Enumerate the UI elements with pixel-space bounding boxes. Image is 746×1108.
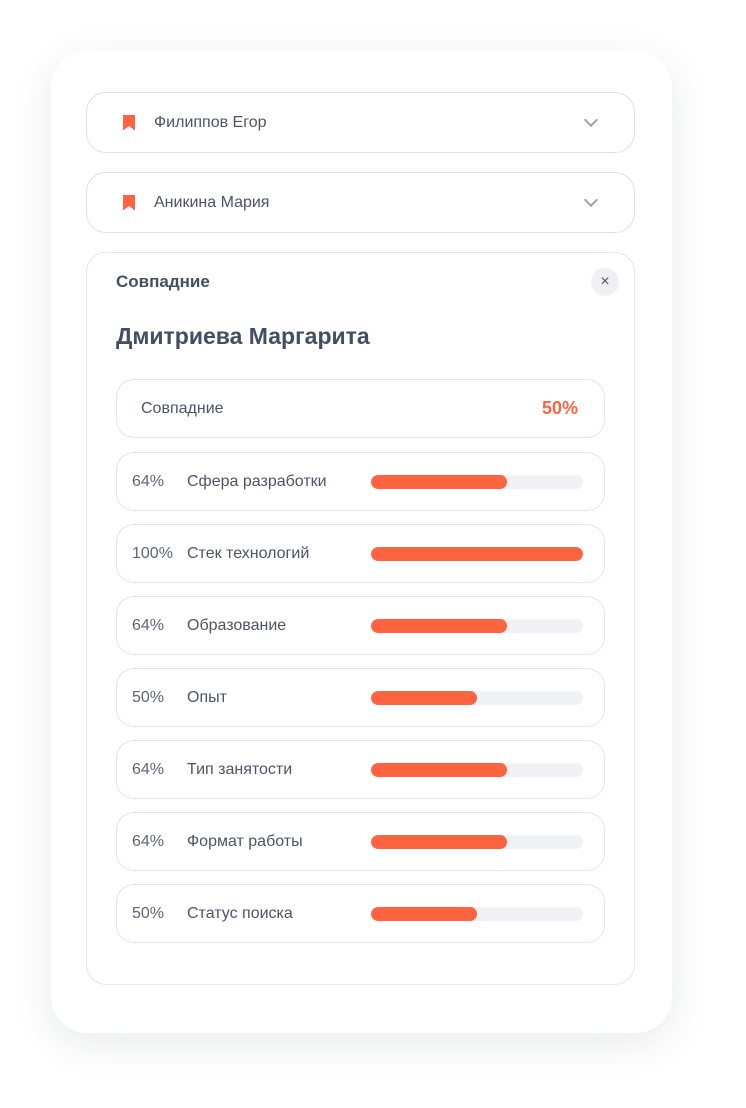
- criterion-label: Формат работы: [187, 832, 303, 850]
- candidate-accordion[interactable]: Аникина Мария: [86, 172, 635, 233]
- criterion-label: Статус поиска: [187, 904, 293, 922]
- progress-track: [371, 906, 583, 921]
- bookmark-icon[interactable]: [123, 194, 135, 211]
- progress-fill: [371, 834, 507, 849]
- progress-fill: [371, 690, 477, 705]
- progress-track: [371, 618, 583, 633]
- candidate-accordion[interactable]: Филиппов Егор: [86, 92, 635, 153]
- progress-track: [371, 546, 583, 561]
- progress-fill: [371, 618, 507, 633]
- criterion-row: 64% Формат работы: [116, 812, 605, 871]
- criterion-percent: 50%: [132, 904, 165, 922]
- criterion-percent: 50%: [132, 688, 165, 706]
- match-panel: Совпадние × Дмитриева Маргарита Совпадни…: [86, 252, 635, 985]
- card: Филиппов Егор Аникина Мария Совпадние × …: [51, 51, 672, 1033]
- criterion-row: 64% Тип занятости: [116, 740, 605, 799]
- criterion-row: 50% Опыт: [116, 668, 605, 727]
- criterion-row: 100% Стек технологий: [116, 524, 605, 583]
- progress-fill: [371, 762, 507, 777]
- criterion-label: Стек технологий: [187, 544, 310, 562]
- criterion-percent: 64%: [132, 832, 165, 850]
- criterion-row: 64% Образование: [116, 596, 605, 655]
- progress-fill: [371, 474, 507, 489]
- bookmark-icon[interactable]: [123, 114, 135, 131]
- summary-label: Совпадние: [141, 399, 224, 417]
- criterion-row: 64% Сфера разработки: [116, 452, 605, 511]
- progress-track: [371, 762, 583, 777]
- candidate-name: Аникина Мария: [154, 193, 270, 211]
- criterion-label: Опыт: [187, 688, 227, 706]
- candidate-name: Филиппов Егор: [154, 113, 267, 131]
- criterion-label: Сфера разработки: [187, 472, 327, 490]
- summary-value: 50%: [541, 398, 578, 418]
- match-summary: Совпадние 50%: [116, 379, 605, 438]
- progress-fill: [371, 906, 477, 921]
- criterion-label: Образование: [187, 616, 287, 634]
- progress-track: [371, 474, 583, 489]
- progress-track: [371, 834, 583, 849]
- criterion-percent: 64%: [132, 760, 165, 778]
- criterion-percent: 100%: [132, 544, 173, 562]
- criterion-row: 50% Статус поиска: [116, 884, 605, 943]
- chevron-down-icon[interactable]: [583, 112, 599, 128]
- progress-fill: [371, 546, 583, 561]
- criterion-percent: 64%: [132, 616, 165, 634]
- chevron-down-icon[interactable]: [583, 192, 599, 208]
- panel-title: Совпадние: [116, 272, 210, 291]
- close-button[interactable]: ×: [591, 268, 619, 296]
- criterion-label: Тип занятости: [187, 760, 293, 778]
- progress-track: [371, 690, 583, 705]
- candidate-full-name: Дмитриева Маргарита: [116, 323, 370, 349]
- criterion-percent: 64%: [132, 472, 165, 490]
- close-icon: ×: [600, 273, 610, 290]
